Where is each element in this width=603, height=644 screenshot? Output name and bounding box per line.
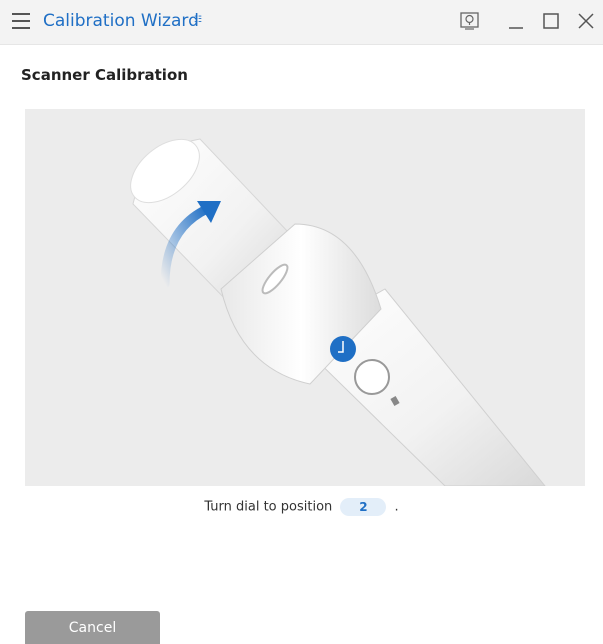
cancel-button[interactable]: Cancel [25, 611, 160, 644]
instruction-suffix: . [394, 499, 399, 515]
title-badge-icon: ☷ [194, 14, 202, 24]
instruction-prefix: Turn dial to position [204, 499, 333, 515]
hamburger-menu-icon[interactable] [12, 13, 30, 29]
help-icon[interactable] [457, 8, 483, 34]
maximize-icon[interactable] [538, 8, 564, 34]
instruction-text: Turn dial to position 2 . [0, 498, 603, 516]
calibration-illustration [25, 109, 585, 486]
close-icon[interactable] [573, 8, 599, 34]
page-title: Scanner Calibration [21, 66, 188, 84]
window-title: Calibration Wizard [43, 11, 199, 31]
minimize-icon[interactable] [503, 8, 529, 34]
title-bar: Calibration Wizard ☷ [0, 0, 603, 45]
position-value-badge: 2 [340, 498, 387, 516]
scanner-handpiece-image [130, 138, 546, 486]
